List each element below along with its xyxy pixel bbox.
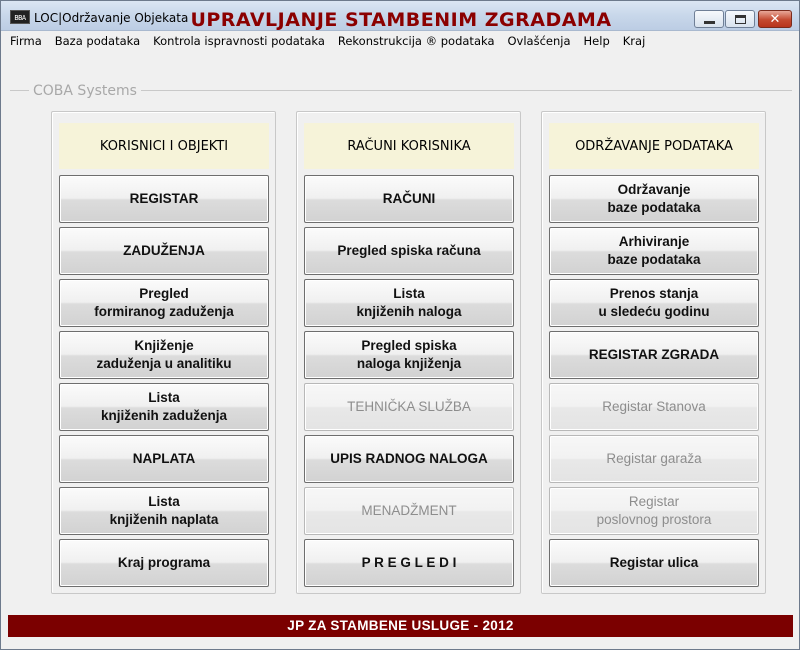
panel-header: KORISNICI I OBJEKTI	[59, 123, 269, 169]
zaduzenja-button[interactable]: ZADUŽENJA	[59, 227, 269, 275]
racuni-button[interactable]: RAČUNI	[304, 175, 514, 223]
registar-poslovnog-prostora-button[interactable]: Registar poslovnog prostora	[549, 487, 759, 535]
menu-bar: Firma Baza podataka Kontrola ispravnosti…	[1, 31, 799, 51]
page-title: UPRAVLJANJE STAMBENIM ZGRADAMA	[190, 9, 612, 31]
registar-zgrada-button[interactable]: REGISTAR ZGRADA	[549, 331, 759, 379]
arhiviranje-baze-button[interactable]: Arhiviranje baze podataka	[549, 227, 759, 275]
registar-button[interactable]: REGISTAR	[59, 175, 269, 223]
lista-knjizenih-naplata-button[interactable]: Lista knjiženih naplata	[59, 487, 269, 535]
menu-kraj[interactable]: Kraj	[623, 34, 646, 48]
menu-ovlascenja[interactable]: Ovlašćenja	[508, 34, 571, 48]
lista-knjizenih-zaduzenja-button[interactable]: Lista knjiženih zaduženja	[59, 383, 269, 431]
knjizenje-zaduzenja-button[interactable]: Knjiženje zaduženja u analitiku	[59, 331, 269, 379]
prenos-stanja-button[interactable]: Prenos stanja u sledeću godinu	[549, 279, 759, 327]
panel-header: ODRŽAVANJE PODATAKA	[549, 123, 759, 169]
panel-header: RAČUNI KORISNIKA	[304, 123, 514, 169]
panel-racuni-korisnika: RAČUNI KORISNIKA RAČUNI Pregled spiska r…	[296, 111, 521, 594]
lista-knjizenih-naloga-button[interactable]: Lista knjiženih naloga	[304, 279, 514, 327]
panel-odrzavanje-podataka: ODRŽAVANJE PODATAKA Održavanje baze poda…	[541, 111, 766, 594]
pregled-formiranog-zaduzenja-button[interactable]: Pregled formiranog zaduženja	[59, 279, 269, 327]
menu-kontrola-ispravnosti[interactable]: Kontrola ispravnosti podataka	[153, 34, 325, 48]
registar-ulica-button[interactable]: Registar ulica	[549, 539, 759, 587]
group-label: COBA Systems	[29, 83, 141, 99]
menu-baza-podataka[interactable]: Baza podataka	[55, 34, 140, 48]
upis-radnog-naloga-button[interactable]: UPIS RADNOG NALOGA	[304, 435, 514, 483]
panel-korisnici-i-objekti: KORISNICI I OBJEKTI REGISTAR ZADUŽENJA P…	[51, 111, 276, 594]
menadzment-button[interactable]: MENADŽMENT	[304, 487, 514, 535]
app-window: BBA LOC|Održavanje Objekata ✕ Firma Baza…	[0, 0, 800, 650]
footer-banner: JP ZA STAMBENE USLUGE - 2012	[8, 615, 793, 637]
menu-firma[interactable]: Firma	[10, 34, 42, 48]
kraj-programa-button[interactable]: Kraj programa	[59, 539, 269, 587]
menu-rekonstrukcija[interactable]: Rekonstrukcija ® podataka	[338, 34, 495, 48]
pregled-spiska-racuna-button[interactable]: Pregled spiska računa	[304, 227, 514, 275]
pregled-spiska-naloga-button[interactable]: Pregled spiska naloga knjiženja	[304, 331, 514, 379]
menu-help[interactable]: Help	[584, 34, 610, 48]
registar-stanova-button[interactable]: Registar Stanova	[549, 383, 759, 431]
tehnicka-sluzba-button[interactable]: TEHNIČKA SLUŽBA	[304, 383, 514, 431]
registar-garaza-button[interactable]: Registar garaža	[549, 435, 759, 483]
naplata-button[interactable]: NAPLATA	[59, 435, 269, 483]
pregledi-button[interactable]: P R E G L E D I	[304, 539, 514, 587]
odrzavanje-baze-button[interactable]: Održavanje baze podataka	[549, 175, 759, 223]
